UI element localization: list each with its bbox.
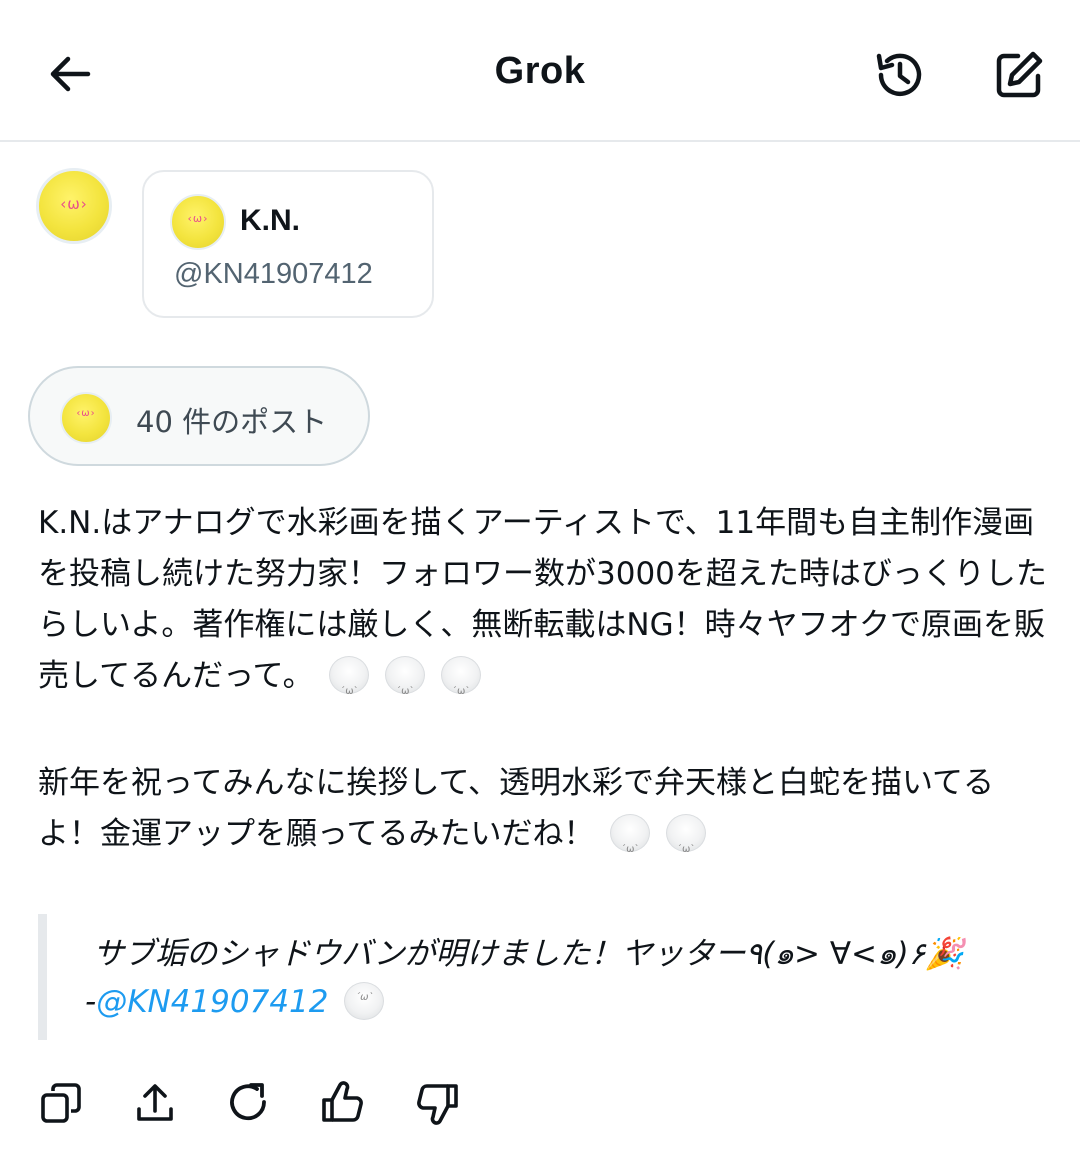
quoted-post: サブ垢のシャドウバンが明けました！ヤッター٩(๑> ∀<๑)۶🎉 -@KN419… — [38, 914, 1048, 1040]
history-icon — [876, 53, 922, 97]
regenerate-button[interactable] — [222, 1076, 276, 1130]
copy-icon — [41, 1083, 81, 1123]
posts-count-label: 40 件のポスト — [136, 405, 328, 439]
grok-response-avatar: ‹ω› — [36, 168, 112, 244]
share-button[interactable] — [128, 1076, 182, 1130]
custom-emoji-icon — [329, 656, 370, 717]
response-paragraph-1: K.N.はアナログで水彩画を描くアーティストで、11年間も自主制作漫画を投稿し続… — [38, 498, 1048, 717]
quote-text: サブ垢のシャドウバンが明けました！ヤッター٩(๑> ∀<๑)۶🎉 — [93, 936, 965, 972]
user-handle: @KN41907412 — [174, 258, 373, 290]
quote-attribution: -@KN41907412 — [85, 982, 385, 1020]
custom-emoji-icon — [610, 814, 651, 875]
quote-author-link[interactable]: @KN41907412 — [96, 984, 328, 1020]
response-text-2: 新年を祝ってみんなに挨拶して、透明水彩で弁天様と白蛇を描いてるよ！金運アップを願… — [38, 765, 995, 852]
posts-chip[interactable]: ‹ω› 40 件のポスト — [28, 366, 370, 466]
avatar: ‹ω› — [170, 194, 226, 250]
response-text-1: K.N.はアナログで水彩画を描くアーティストで、11年間も自主制作漫画を投稿し続… — [38, 505, 1047, 694]
dislike-button[interactable] — [410, 1076, 464, 1130]
like-button[interactable] — [316, 1076, 370, 1130]
history-button[interactable] — [868, 44, 930, 106]
custom-emoji-icon — [441, 656, 482, 717]
quote-dash: - — [85, 984, 97, 1020]
regenerate-icon — [230, 1083, 266, 1121]
new-chat-button[interactable] — [988, 44, 1050, 106]
thumbs-up-icon — [322, 1081, 363, 1122]
copy-button[interactable] — [34, 1076, 88, 1130]
share-icon — [137, 1084, 173, 1121]
response-paragraph-2: 新年を祝ってみんなに挨拶して、透明水彩で弁天様と白蛇を描いてるよ！金運アップを願… — [38, 758, 1048, 875]
avatar: ‹ω› — [60, 392, 112, 444]
user-name: K.N. — [240, 204, 300, 237]
custom-emoji-icon — [344, 982, 385, 1020]
thumbs-down-icon — [417, 1084, 458, 1125]
user-profile-card[interactable]: ‹ω› K.N. @KN41907412 — [142, 170, 434, 318]
top-bar: Grok — [0, 0, 1080, 142]
custom-emoji-icon — [666, 814, 707, 875]
custom-emoji-icon — [385, 656, 426, 717]
compose-icon — [996, 51, 1043, 98]
